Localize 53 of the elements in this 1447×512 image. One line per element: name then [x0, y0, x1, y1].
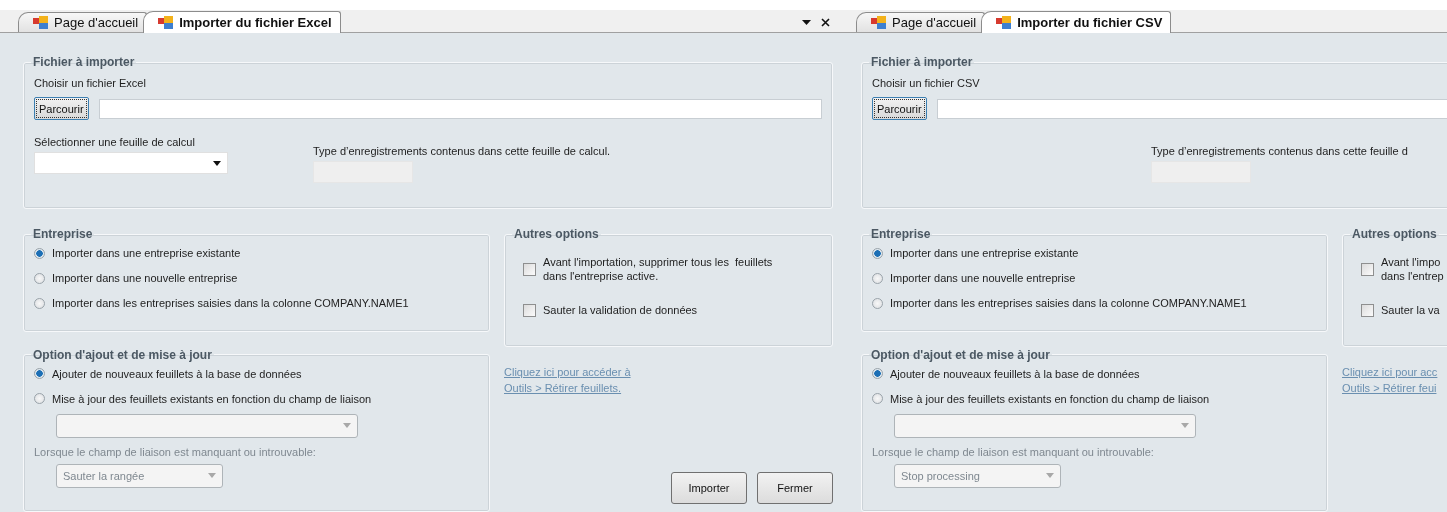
- caret-icon: [1046, 473, 1054, 479]
- group-title: Entreprise: [32, 227, 94, 241]
- window-icon: [158, 15, 175, 30]
- checkbox-option[interactable]: Avant l'impo dans l'entrep: [1361, 255, 1447, 283]
- group-title: Autres options: [1351, 227, 1438, 241]
- link-field-dropdown[interactable]: [894, 413, 1196, 438]
- dialog-button[interactable]: Importer: [671, 472, 747, 504]
- browse-button[interactable]: Parcourir: [872, 97, 927, 120]
- radio-option[interactable]: Importer dans les entreprises saisies dans la colonne COMPANY.NAME1: [34, 297, 479, 309]
- checkbox-option[interactable]: Sauter la va: [1361, 303, 1447, 317]
- group-title: Option d'ajout et de mise à jour: [32, 347, 213, 362]
- field-label: Lorsque le champ de liaison est manquant ou introuvable:: [34, 445, 317, 458]
- tab[interactable]: Page d'accueil: [18, 12, 148, 32]
- radio-option[interactable]: Importer dans une entreprise existante: [872, 247, 1317, 259]
- field-label: Lorsque le champ de liaison est manquant ou introuvable:: [872, 445, 1155, 458]
- radio-option[interactable]: Importer dans les entreprises saisies dans la colonne COMPANY.NAME1: [872, 297, 1317, 309]
- caret-icon: [1181, 423, 1189, 429]
- close-icon[interactable]: [821, 18, 830, 27]
- radio-option[interactable]: Ajouter de nouveaux feuillets à la base de données: [872, 367, 1317, 380]
- tab[interactable]: Page d'accueil: [856, 12, 986, 32]
- field-label: Type d’enregistrements contenus dans cette feuille d: [1151, 145, 1408, 157]
- radio-option[interactable]: Ajouter de nouveaux feuillets à la base de données: [34, 367, 479, 380]
- group-title: Fichier à importer: [32, 55, 136, 69]
- sheet-dropdown[interactable]: [34, 152, 228, 174]
- group-title: Option d'ajout et de mise à jour: [870, 347, 1051, 362]
- dialog-button[interactable]: Fermer: [757, 472, 833, 504]
- radio-option[interactable]: Importer dans une nouvelle entreprise: [34, 272, 479, 284]
- radio-option[interactable]: Importer dans une entreprise existante: [34, 247, 479, 259]
- file-path-field[interactable]: [936, 98, 1447, 119]
- caret-icon: [213, 160, 221, 166]
- radio-option[interactable]: Mise à jour des feuillets existants en fonction du champ de liaison: [872, 392, 1317, 405]
- radio-option[interactable]: Importer dans une nouvelle entreprise: [872, 272, 1317, 284]
- field-label: Choisir un fichier Excel: [34, 77, 147, 89]
- field-label: Choisir un fichier CSV: [872, 77, 981, 89]
- browse-button[interactable]: Parcourir: [34, 97, 89, 120]
- caret-icon: [208, 473, 216, 479]
- window-icon: [871, 15, 887, 30]
- dropdown-arrow-icon[interactable]: [802, 20, 811, 25]
- group-title: Autres options: [513, 227, 600, 241]
- radio-option[interactable]: Mise à jour des feuillets existants en fonction du champ de liaison: [34, 392, 479, 405]
- checkbox-option[interactable]: Sauter la validation de données: [523, 303, 822, 317]
- caret-icon: [343, 423, 351, 429]
- field-label: Type d’enregistrements contenus dans cette feuille de calcul.: [313, 145, 611, 157]
- link-field-dropdown[interactable]: [56, 413, 358, 438]
- tab[interactable]: Importer du fichier Excel: [143, 11, 341, 33]
- group-title: Entreprise: [870, 227, 932, 241]
- group-title: Fichier à importer: [870, 55, 974, 69]
- file-path-field[interactable]: [98, 98, 822, 119]
- window-icon: [996, 15, 1013, 30]
- tab[interactable]: Importer du fichier CSV: [981, 11, 1172, 33]
- checkbox-option[interactable]: Avant l'importation, supprimer tous les feuillets dans l'entreprise active.: [523, 255, 822, 283]
- field-label: Sélectionner une feuille de calcul: [34, 136, 196, 148]
- window-icon: [33, 15, 49, 30]
